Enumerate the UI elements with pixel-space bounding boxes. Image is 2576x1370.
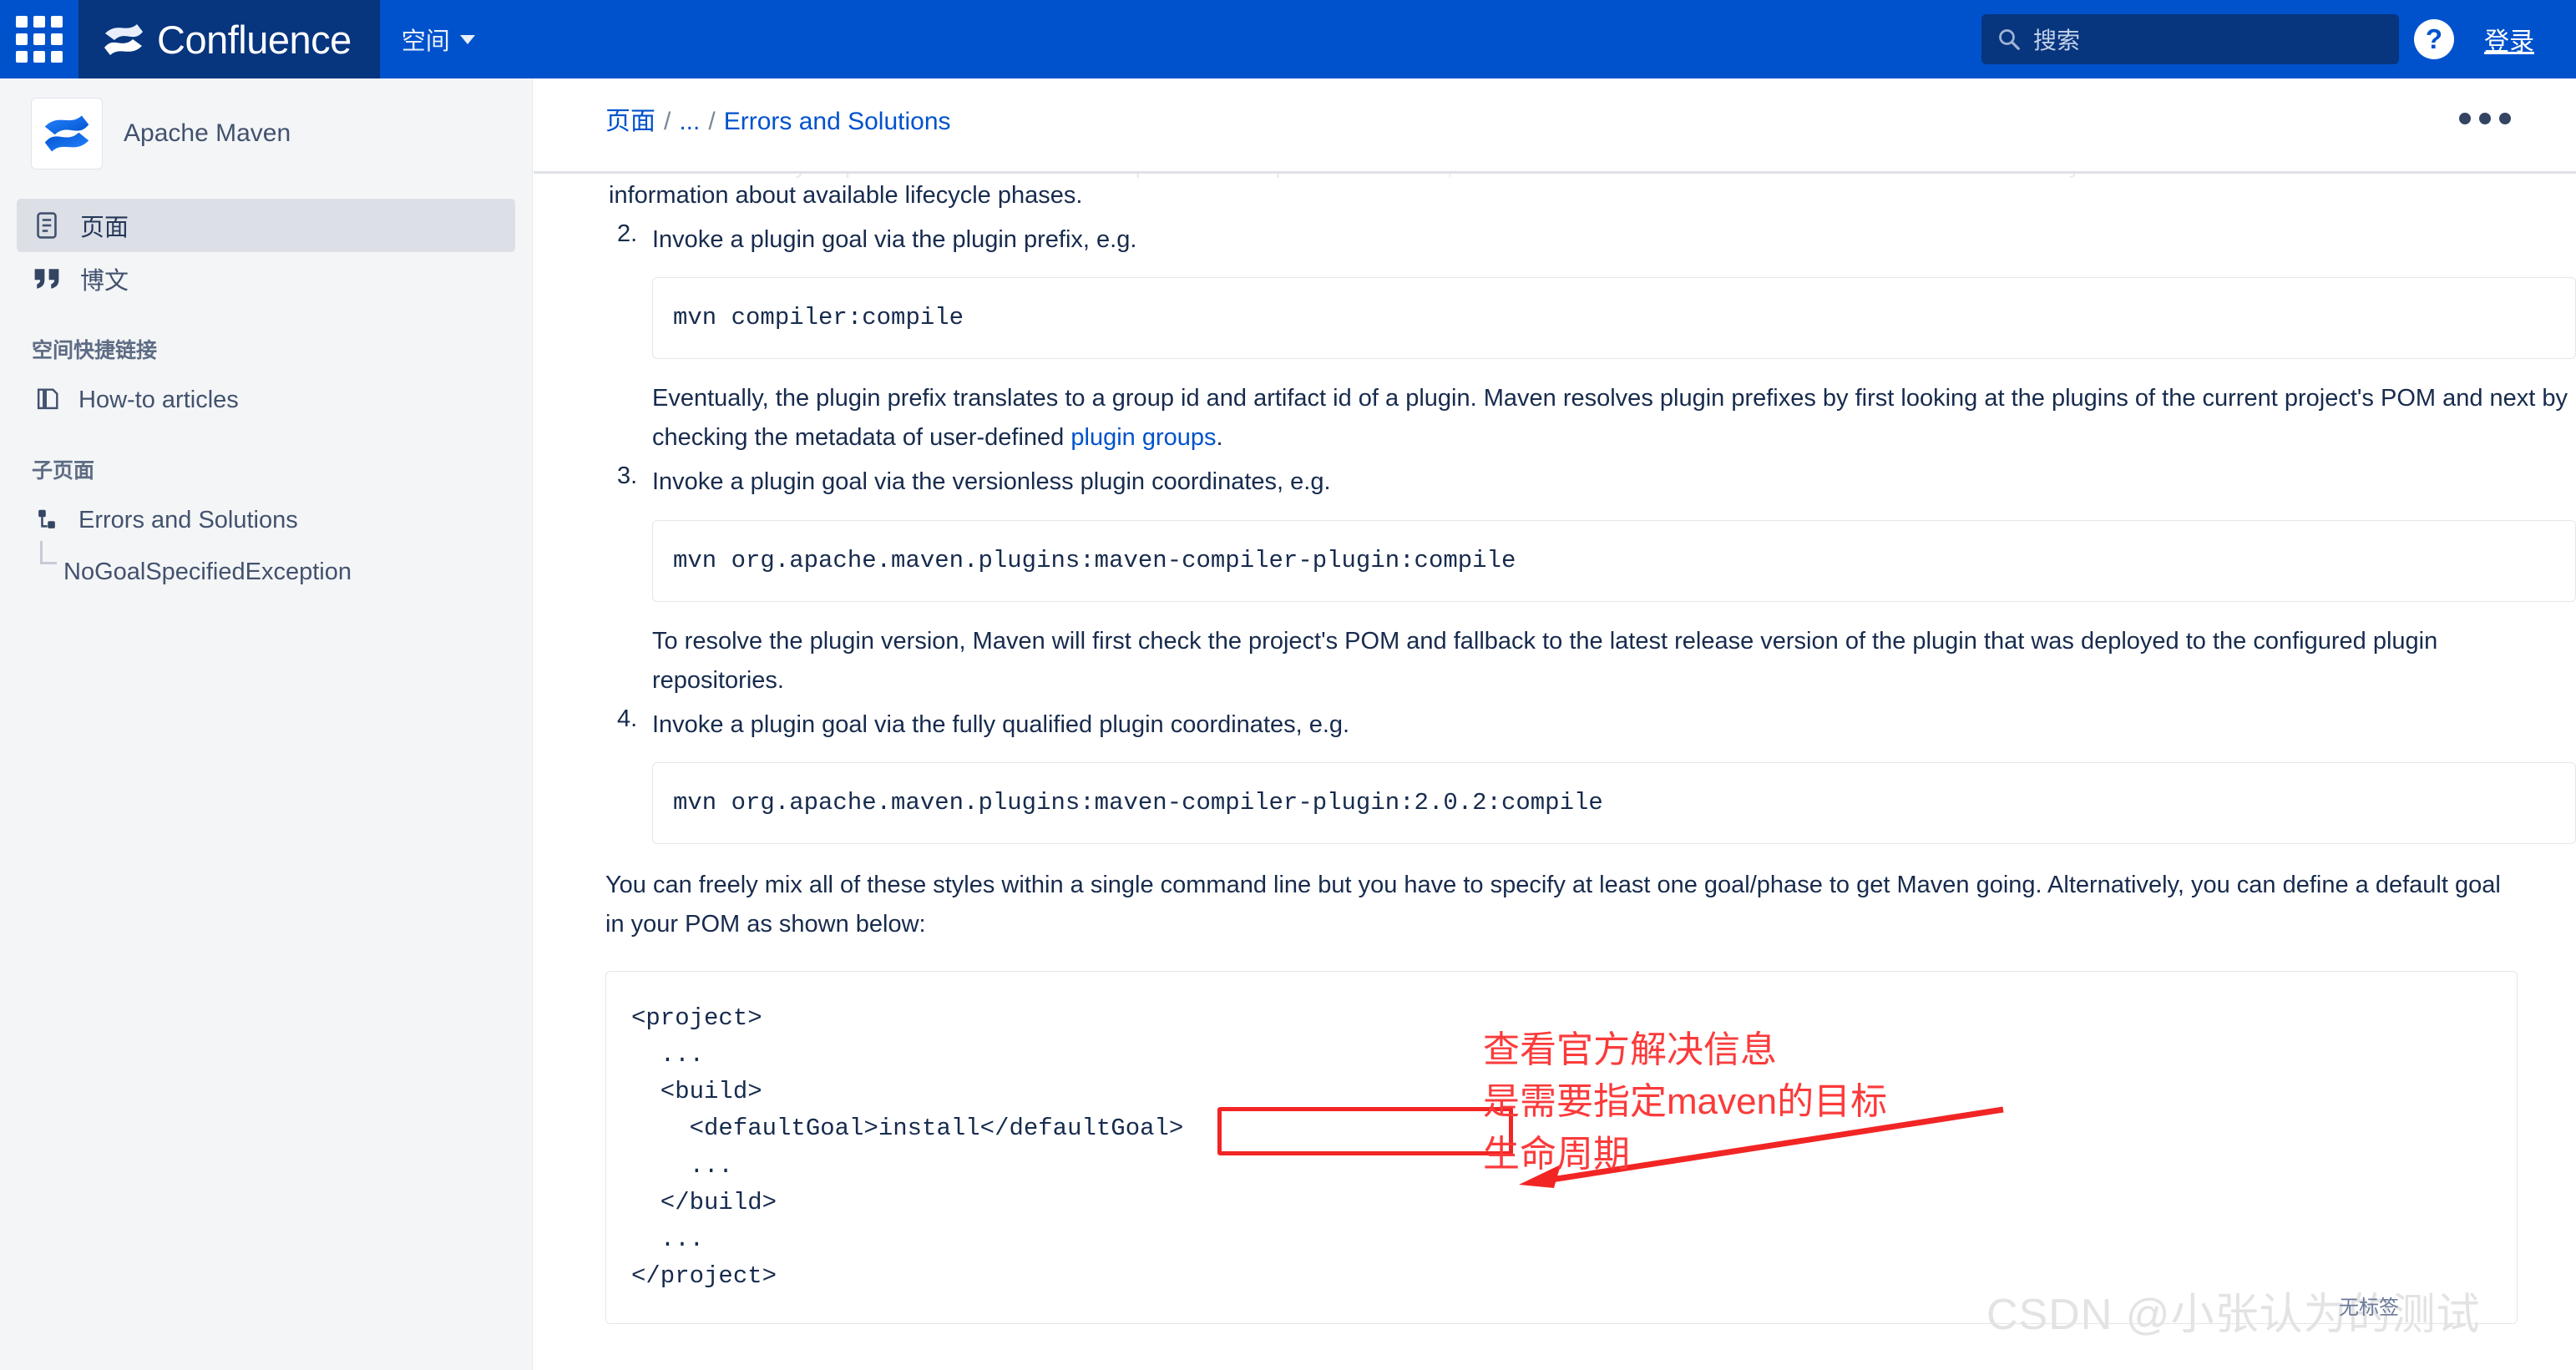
breadcrumb-bar: 页面 / ... / Errors and Solutions [534,78,2576,159]
search-input[interactable]: 搜索 [1981,14,2399,64]
chevron-down-icon [459,34,475,44]
search-icon [1999,29,2020,50]
list-number: 3. [617,463,638,490]
no-labels-text: 无标签 [2339,1297,2399,1319]
space-title: Apache Maven [124,119,291,147]
copy-page-icon [32,385,62,415]
code-text: mvn org.apache.maven.plugins:maven-compi… [673,789,1603,817]
sidebar-shortcuts-header: 空间快捷链接 [32,339,158,362]
list-number: 2. [617,220,638,247]
code-block-plugin-prefix: mvn compiler:compile [652,277,2576,360]
search-placeholder: 搜索 [2033,28,2081,53]
list-number: 4. [617,705,638,732]
breadcrumb-item-pages[interactable]: 页面 [605,100,655,137]
list-item: 3. Invoke a plugin goal via the versionl… [605,463,2576,700]
breadcrumb: 页面 / ... / Errors and Solutions [605,100,951,137]
code-block-fully-qualified-coordinates: mvn org.apache.maven.plugins:maven-compi… [652,762,2576,845]
sidebar-item-label: How-to articles [78,386,239,413]
confluence-logo-icon [104,24,143,55]
pages-document-icon [32,210,62,240]
sidebar-item-errors-and-solutions[interactable]: Errors and Solutions [17,494,515,546]
red-annotation-line: 查看官方解决信息 [1483,1029,1777,1070]
page-content-area: This runs the lifecycle phase install an… [534,78,2576,1370]
red-annotation-line: 是需要指定maven的目标 [1483,1081,1888,1123]
sidebar-children-header: 子页面 [32,459,95,483]
red-annotation-line: 生命周期 [1483,1133,1630,1175]
confluence-brand-home-link[interactable]: Confluence [78,0,380,78]
continuation-paragraph: information about available lifecycle ph… [609,182,1083,209]
breadcrumb-item-ellipsis[interactable]: ... [679,108,700,136]
breadcrumb-separator: / [708,108,716,135]
code-text: mvn org.apache.maven.plugins:maven-compi… [673,546,1516,574]
sidebar-item-pages[interactable]: 页面 [17,199,515,252]
sidebar-item-blogs[interactable]: 博文 [17,252,515,306]
code-block-versionless-coordinates: mvn org.apache.maven.plugins:maven-compi… [652,519,2576,602]
top-navigation-bar: Confluence 空间 搜索 ? 登录 [0,0,2576,78]
resolve-version-paragraph: To resolve the plugin version, Maven wil… [652,627,2438,694]
csdn-watermark: CSDN @小张认为的测试 [1986,1291,2481,1339]
sidebar-item-label: Errors and Solutions [78,506,298,533]
sidebar-item-label: 页面 [80,215,129,241]
app-switcher-button[interactable] [0,0,78,78]
breadcrumb-item-errors-and-solutions[interactable]: Errors and Solutions [724,108,951,136]
list-item-text: Invoke a plugin goal via the plugin pref… [652,225,1137,253]
sidebar-item-label: 博文 [80,268,129,295]
brand-name: Confluence [157,17,352,62]
page-tree-icon [32,505,62,535]
code-text: mvn compiler:compile [673,304,964,332]
sticky-header-divider [534,159,2576,174]
space-menu-dropdown[interactable]: 空间 [380,0,497,78]
sidebar-item-nogoalspecifiedexception[interactable]: NoGoalSpecifiedException [17,541,515,598]
space-header[interactable]: Apache Maven [0,78,532,169]
list-item-text: Invoke a plugin goal via the versionless… [652,468,1331,496]
help-question-icon: ? [2414,19,2454,59]
space-menu-label: 空间 [401,28,450,55]
grid-apps-icon [16,16,63,63]
more-actions-dots-icon[interactable] [2444,98,2526,139]
login-link[interactable]: 登录 [2469,21,2549,58]
list-item-text: Invoke a plugin goal via the fully quali… [652,710,1350,738]
plugin-prefix-paragraph: Eventually, the plugin prefix translates… [652,385,2568,452]
plugin-groups-link[interactable]: plugin groups [1070,424,1216,451]
sidebar-item-label: NoGoalSpecifiedException [63,558,352,585]
list-item: 2. Invoke a plugin goal via the plugin p… [605,220,2576,458]
top-bar-right-group: 搜索 ? 登录 [1981,0,2576,78]
list-item: 4. Invoke a plugin goal via the fully qu… [605,705,2576,845]
sidebar-item-how-to-articles[interactable]: How-to articles [17,374,515,426]
space-sidebar: Apache Maven 页面 博文 空间快捷链接 How-to article… [0,78,533,1370]
mix-styles-paragraph: You can freely mix all of these styles w… [605,872,2501,938]
help-button[interactable]: ? [2399,19,2469,59]
red-annotation-note: 查看官方解决信息 是需要指定maven的目标 生命周期 [1483,1024,1887,1180]
confluence-space-avatar-icon [32,99,102,169]
breadcrumb-separator: / [664,108,671,135]
blog-quote-icon [32,264,62,294]
tree-elbow-icon [40,541,57,564]
ordered-step-list: 2. Invoke a plugin goal via the plugin p… [534,220,2576,845]
